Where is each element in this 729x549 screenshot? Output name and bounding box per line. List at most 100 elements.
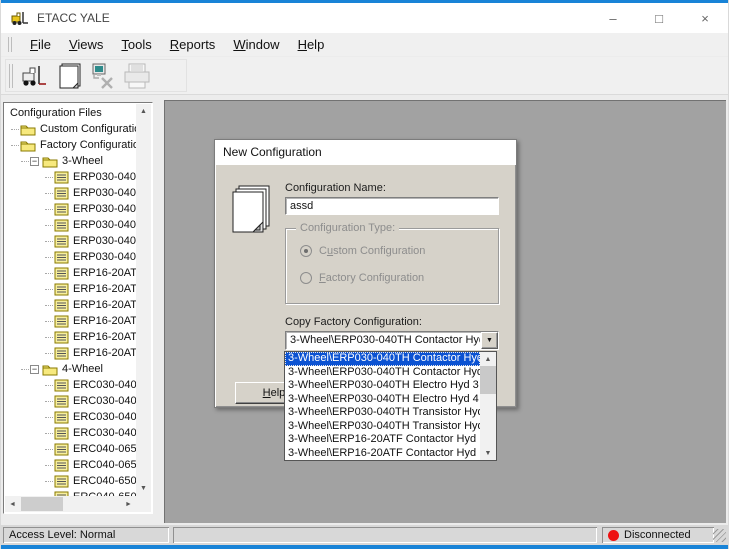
title-bar[interactable]: ETACC YALE – □ × (1, 3, 728, 33)
scroll-right-icon[interactable]: ► (121, 496, 136, 512)
tree-item[interactable]: − ERP16-20ATF (5, 297, 136, 313)
menu-gripper[interactable] (8, 37, 12, 52)
window-border-accent (1, 545, 728, 549)
tree-horizontal-scrollbar[interactable]: ◄ ► (5, 496, 136, 512)
tree-item[interactable]: − ERP030-040TH (5, 233, 136, 249)
app-window: ETACC YALE – □ × FileViewsToolsReportsWi… (0, 0, 729, 549)
forklift-button[interactable] (18, 61, 52, 91)
tree-item[interactable]: − Factory Configuration (5, 137, 136, 153)
tree-item[interactable]: − Custom Configuration (5, 121, 136, 137)
tree-item[interactable]: − ERP030-040TH (5, 249, 136, 265)
scrollbar-thumb[interactable] (480, 366, 496, 394)
custom-configuration-radio[interactable]: Custom Configuration (300, 245, 425, 257)
toolbar (1, 57, 728, 95)
resize-grip[interactable] (713, 529, 726, 542)
scrollbar-thumb[interactable] (21, 497, 63, 511)
dropdown-option[interactable]: 3-Wheel\ERP16-20ATF Contactor Hyd (285, 433, 480, 447)
menu-item[interactable]: Window (224, 34, 288, 55)
window-title: ETACC YALE (37, 11, 110, 25)
configuration-file-icon (54, 267, 69, 280)
configuration-file-icon (54, 379, 69, 392)
tree-item[interactable]: − ERP16-20ATF (5, 281, 136, 297)
dropdown-scrollbar[interactable]: ▲ ▼ (480, 352, 496, 460)
tree-item-label: ERP16-20ATF (73, 347, 136, 359)
tree-item[interactable]: − ERC040-065 (5, 441, 136, 457)
tree-item[interactable]: − ERC030-040 (5, 393, 136, 409)
maximize-button[interactable]: □ (636, 3, 682, 33)
close-button[interactable]: × (682, 3, 728, 33)
tree-item[interactable]: − 4-Wheel (5, 361, 136, 377)
scroll-down-icon[interactable]: ▼ (480, 446, 496, 460)
tree-item[interactable]: − ERC030-040 (5, 425, 136, 441)
disconnect-button[interactable] (86, 61, 120, 91)
tree-item[interactable]: − 3-Wheel (5, 153, 136, 169)
radio-button-icon (300, 272, 312, 284)
tree-item[interactable]: − ERP030-040TH (5, 217, 136, 233)
combobox-value: 3-Wheel\ERP030-040TH Contactor Hyd (290, 333, 480, 348)
dropdown-option[interactable]: 3-Wheel\ERP030-040TH Contactor Hyd (285, 366, 480, 380)
menu-item[interactable]: File (21, 34, 60, 55)
disconnected-indicator-icon (608, 530, 619, 541)
folder-icon (42, 363, 58, 376)
scroll-down-icon[interactable]: ▼ (136, 481, 151, 496)
copy-factory-configuration-combobox[interactable]: 3-Wheel\ERP030-040TH Contactor Hyd ▼ (285, 331, 499, 350)
tree-vertical-scrollbar[interactable]: ▲ ▼ (136, 104, 151, 496)
folder-icon (20, 139, 36, 152)
menu-item[interactable]: Views (60, 34, 112, 55)
menu-item[interactable]: Help (289, 34, 334, 55)
configuration-file-icon (54, 427, 69, 440)
access-level-text: Access Level: Normal (9, 529, 115, 541)
dropdown-option[interactable]: 3-Wheel\ERP030-040TH Transistor Hyd (285, 406, 480, 420)
dropdown-option[interactable]: 3-Wheel\ERP16-20ATF Contactor Hyd (285, 447, 480, 461)
configuration-name-label: Configuration Name: (285, 182, 386, 194)
new-configuration-button[interactable] (52, 61, 86, 91)
configuration-file-icon (54, 235, 69, 248)
folder-icon (20, 123, 36, 136)
tree-item-label: ERC030-040 (73, 427, 136, 439)
dropdown-option[interactable]: 3-Wheel\ERP030-040TH Electro Hyd 3 (285, 379, 480, 393)
print-button[interactable] (120, 61, 154, 91)
combobox-dropdown-button[interactable]: ▼ (481, 332, 498, 349)
scroll-up-icon[interactable]: ▲ (480, 352, 496, 366)
tree-item-label: ERP16-20ATF (73, 283, 136, 295)
menu-bar: FileViewsToolsReportsWindowHelp (1, 33, 728, 57)
tree-item-label: ERP030-040TH (73, 219, 136, 231)
scroll-left-icon[interactable]: ◄ (5, 496, 20, 512)
menu-item[interactable]: Tools (112, 34, 160, 55)
tree-item[interactable]: − ERP030-040TH (5, 169, 136, 185)
tree-item[interactable]: − ERP16-20ATF (5, 313, 136, 329)
tree-item[interactable]: − ERC040-065 (5, 457, 136, 473)
scroll-up-icon[interactable]: ▲ (136, 104, 151, 119)
copy-factory-configuration-label: Copy Factory Configuration: (285, 316, 422, 328)
tree-item[interactable]: − ERC040-650 (5, 473, 136, 489)
forklift-app-icon (11, 10, 29, 26)
minimize-button[interactable]: – (590, 3, 636, 33)
factory-configuration-dropdown-list: 3-Wheel\ERP030-040TH Contactor Hyd3-Whee… (284, 351, 497, 461)
tree-item[interactable]: − ERP16-20ATF (5, 329, 136, 345)
tree-item[interactable]: − ERC040-650 (5, 489, 136, 496)
radio-button-icon (300, 245, 312, 257)
toolbar-gripper[interactable] (9, 64, 13, 88)
tree-item[interactable]: − ERC030-040 (5, 409, 136, 425)
access-level-panel: Access Level: Normal (3, 527, 169, 543)
tree-item-label: ERC030-040 (73, 395, 136, 407)
tree-item[interactable]: − ERP16-20ATF (5, 265, 136, 281)
tree-item-label: Factory Configuration (40, 139, 136, 151)
collapse-expander-icon[interactable]: − (30, 365, 39, 374)
tree-item[interactable]: − ERP030-040TH (5, 201, 136, 217)
configuration-file-icon (54, 187, 69, 200)
configuration-name-input[interactable] (285, 197, 499, 215)
menu-item[interactable]: Reports (161, 34, 225, 55)
tree-item[interactable]: − ERP16-20ATF (5, 345, 136, 361)
dropdown-option[interactable]: 3-Wheel\ERP030-040TH Transistor Hyd (285, 420, 480, 434)
dialog-title[interactable]: New Configuration (215, 140, 516, 164)
dropdown-option[interactable]: 3-Wheel\ERP030-040TH Electro Hyd 4 (285, 393, 480, 407)
collapse-expander-icon[interactable]: − (30, 157, 39, 166)
tree-item-label: 3-Wheel (62, 155, 103, 167)
tree-item[interactable]: − ERP030-040TH (5, 185, 136, 201)
tree-item[interactable]: − Configuration Files (5, 105, 136, 121)
configuration-file-icon (54, 251, 69, 264)
factory-configuration-radio[interactable]: Factory Configuration (300, 272, 424, 284)
tree-item[interactable]: − ERC030-040 (5, 377, 136, 393)
dropdown-option[interactable]: 3-Wheel\ERP030-040TH Contactor Hyd (285, 352, 480, 366)
